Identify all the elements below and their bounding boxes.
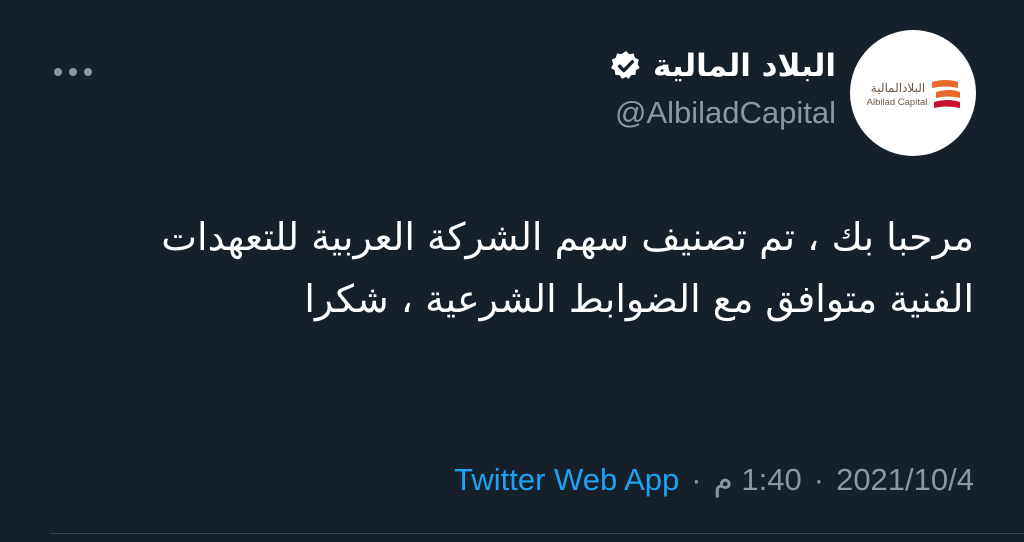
more-options-icon[interactable] — [52, 66, 94, 78]
verified-badge-icon — [611, 51, 640, 79]
tweet-time[interactable]: 1:40 م — [714, 462, 802, 498]
albilad-logo: البلادالمالية Albilad Capital — [867, 80, 960, 108]
meta-separator: · — [691, 462, 702, 497]
meta-separator: · — [813, 462, 825, 497]
tweet-date[interactable]: 2021/10/4 — [836, 462, 974, 498]
tweet-source-link[interactable]: Twitter Web App — [454, 462, 679, 498]
tweet-text: مرحبا بك ، تم تصنيف سهم الشركة العربية ل… — [161, 215, 974, 321]
avatar[interactable]: البلادالمالية Albilad Capital — [850, 30, 976, 156]
tweet-card[interactable]: البلادالمالية Albilad Capital البلاد الم… — [0, 0, 1024, 542]
svg-text:البلادالمالية: البلادالمالية — [871, 81, 925, 95]
tweet-meta: 2021/10/4 · 1:40 م · Twitter Web App — [454, 462, 974, 498]
author-display-name[interactable]: البلاد المالية — [653, 48, 836, 84]
author-handle[interactable]: @AlbiladCapital — [615, 95, 836, 131]
svg-text:Albilad Capital: Albilad Capital — [867, 97, 928, 108]
author-name-row[interactable]: البلاد المالية — [609, 48, 836, 84]
divider — [50, 533, 1024, 534]
